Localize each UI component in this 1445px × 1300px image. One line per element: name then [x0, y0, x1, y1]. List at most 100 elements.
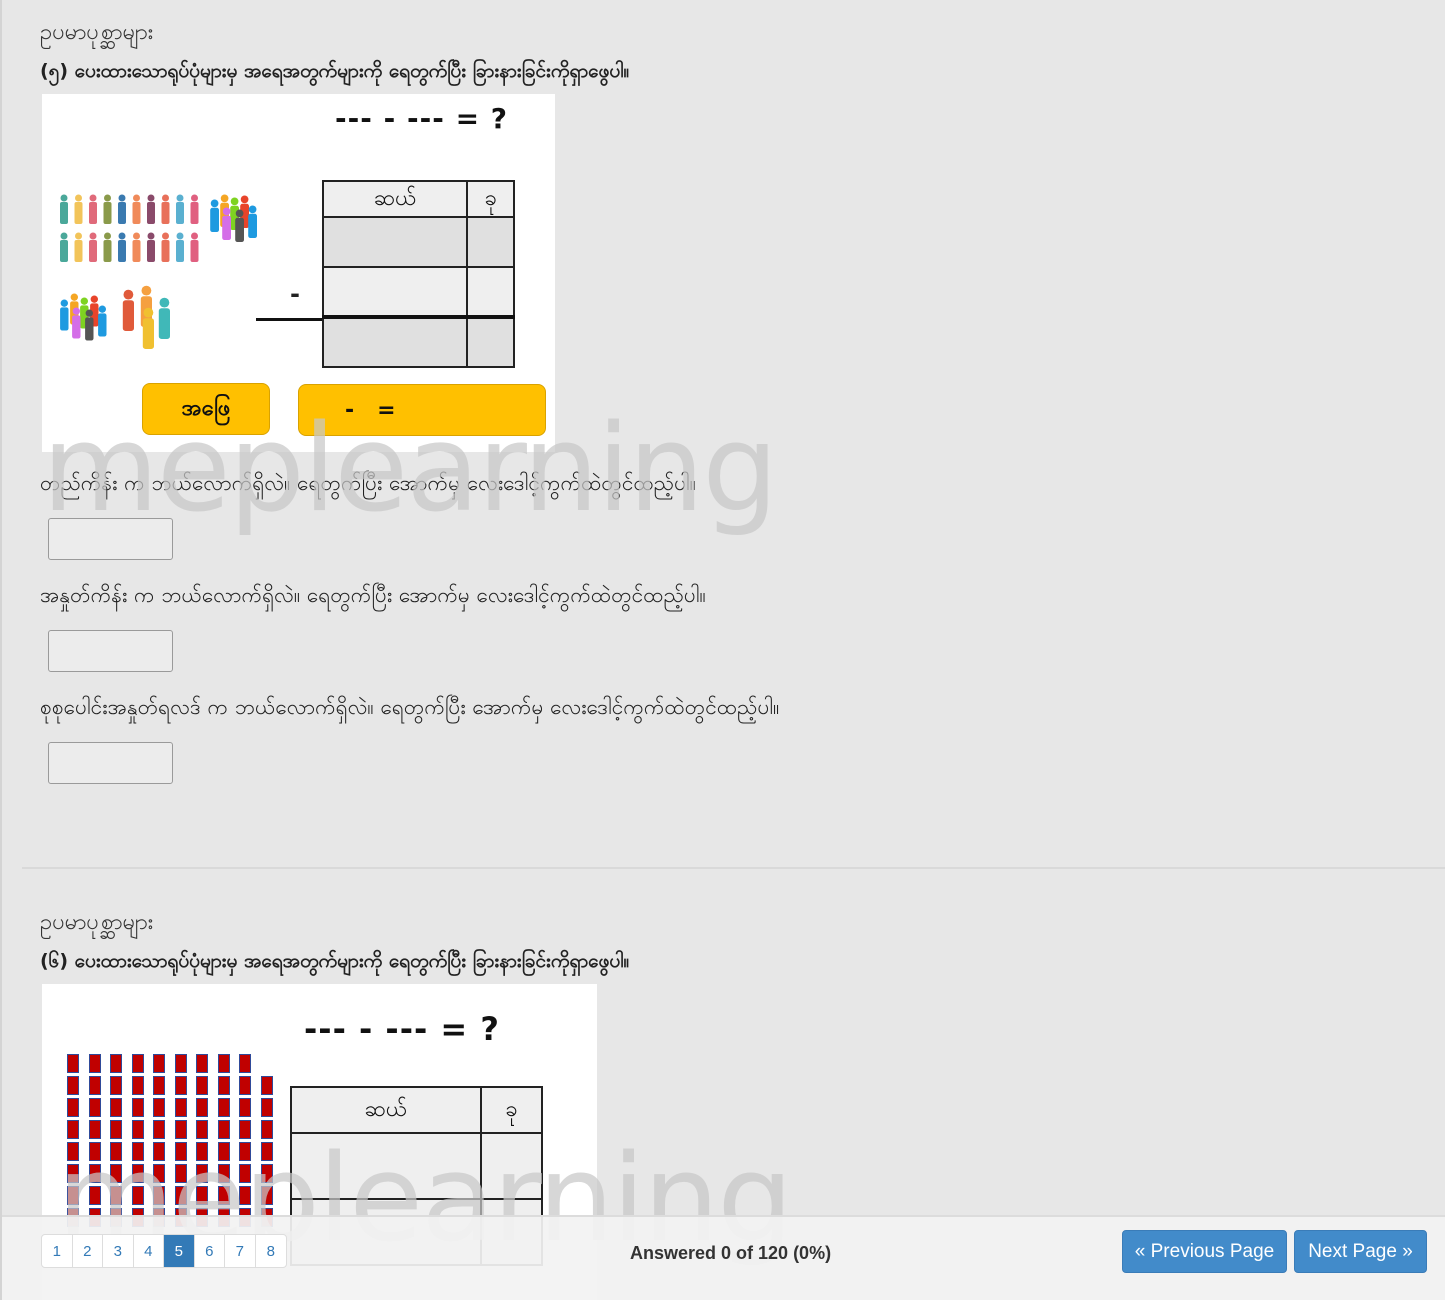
ten-block-unit — [110, 1142, 122, 1161]
person-figure — [103, 194, 112, 224]
question-divider — [22, 867, 1445, 869]
previous-page-button[interactable]: « Previous Page — [1122, 1230, 1287, 1273]
person-figure — [222, 207, 231, 240]
people-group-icon — [60, 194, 257, 349]
cell — [466, 216, 515, 268]
ten-block-unit — [67, 1142, 79, 1161]
answer-label: အဖြေ — [181, 395, 231, 421]
question-instruction: (၆) ပေးထားသောရုပ်ပုံများမှ အရေအတွက်များက… — [40, 950, 630, 972]
page-link-6[interactable]: 6 — [195, 1235, 225, 1267]
person-figure — [248, 205, 257, 238]
person-figure — [176, 232, 184, 262]
next-page-button[interactable]: Next Page » — [1294, 1230, 1427, 1273]
question-figure: --- - --- = ? ဆယ် ခု - အဖြေ - = — [42, 94, 555, 452]
tens-header: ဆယ် — [290, 1086, 482, 1134]
page-link-2[interactable]: 2 — [73, 1235, 103, 1267]
person-figure — [190, 194, 199, 224]
place-value-table: ဆယ် ခု — [321, 180, 515, 368]
ten-block-unit — [131, 1142, 144, 1161]
person-figure — [142, 307, 154, 349]
person-figure — [161, 232, 170, 262]
ten-block-unit — [131, 1164, 144, 1183]
ten-block-unit — [131, 1186, 144, 1205]
ten-block-unit — [174, 1142, 187, 1161]
pagination: 12345678 — [41, 1234, 287, 1268]
ten-block-unit — [174, 1098, 187, 1117]
progress-text: Answered 0 of 120 (0%) — [630, 1243, 832, 1263]
ten-block-unit — [217, 1054, 230, 1073]
ten-block-unit — [67, 1120, 79, 1139]
footer-bar: 12345678 Answered 0 of 120 (0%) « Previo… — [2, 1215, 1445, 1300]
person-figure — [74, 232, 83, 262]
ten-block-unit — [88, 1098, 101, 1117]
answer-expression-box: - = — [298, 384, 546, 436]
tens-header: ဆယ် — [321, 180, 469, 218]
cell — [466, 266, 515, 318]
ten-block-unit — [110, 1120, 122, 1139]
ten-block-unit — [239, 1098, 251, 1117]
ten-block-unit — [239, 1054, 251, 1073]
section-title: ဥပမာပုစ္ဆာများ — [40, 20, 154, 45]
ones-header: ခု — [466, 180, 515, 218]
answer-expression: - = — [345, 397, 396, 423]
question-instruction: (၅) ပေးထားသောရုပ်ပုံများမှ အရေအတွက်များက… — [40, 60, 630, 82]
prompt-subtrahend: အနှုတ်ကိန်း က ဘယ်လောက်ရှိလဲ။ ရေတွက်ပြီး … — [40, 583, 706, 607]
ten-block-unit — [110, 1054, 122, 1073]
sum-line — [256, 318, 322, 321]
page-link-5[interactable]: 5 — [164, 1235, 195, 1267]
person-figure — [161, 194, 170, 224]
ten-block-unit — [153, 1054, 165, 1073]
ten-block-unit — [260, 1186, 273, 1205]
person-figure — [147, 232, 155, 262]
difference-input[interactable] — [48, 742, 173, 784]
ten-block-unit — [153, 1142, 165, 1161]
cell — [479, 1132, 544, 1200]
ten-block-unit — [239, 1186, 251, 1205]
ten-block-unit — [196, 1164, 208, 1183]
page-link-4[interactable]: 4 — [134, 1235, 164, 1267]
ten-block-unit — [196, 1098, 208, 1117]
ten-block-unit — [260, 1098, 273, 1117]
ten-block-unit — [131, 1120, 144, 1139]
person-figure — [118, 232, 126, 262]
answer-label-box: အဖြေ — [142, 383, 270, 435]
person-figure — [132, 232, 141, 262]
ten-block-unit — [196, 1054, 208, 1073]
ten-block-unit — [131, 1054, 144, 1073]
ten-block-unit — [239, 1142, 251, 1161]
page-link-8[interactable]: 8 — [256, 1235, 287, 1267]
cell — [466, 315, 515, 368]
ten-block-unit — [110, 1076, 122, 1095]
minuend-input[interactable] — [48, 518, 173, 560]
ten-block-unit — [153, 1076, 165, 1095]
subtrahend-input[interactable] — [48, 630, 173, 672]
cell — [321, 315, 469, 368]
ten-block-unit — [110, 1186, 122, 1205]
ten-block-unit — [260, 1120, 273, 1139]
prompt-minuend: တည်ကိန်း က ဘယ်လောက်ရှိလဲ။ ရေတွက်ပြီး အော… — [40, 471, 697, 495]
ten-block-unit — [217, 1186, 230, 1205]
ten-block-unit — [88, 1076, 101, 1095]
ten-block-unit — [88, 1164, 101, 1183]
person-figure — [190, 232, 199, 262]
ten-block-unit — [174, 1164, 187, 1183]
ten-block-unit — [217, 1076, 230, 1095]
ten-block-unit — [174, 1054, 187, 1073]
ten-block-unit — [239, 1164, 251, 1183]
ten-block-unit — [217, 1142, 230, 1161]
person-figure — [60, 232, 68, 262]
ten-block-unit — [260, 1076, 273, 1095]
page-link-1[interactable]: 1 — [42, 1235, 73, 1267]
person-figure — [118, 194, 126, 224]
person-figure — [74, 194, 83, 224]
ten-block-unit — [153, 1164, 165, 1183]
person-figure — [98, 305, 107, 337]
ten-block-unit — [196, 1120, 208, 1139]
page-link-7[interactable]: 7 — [225, 1235, 256, 1267]
person-figure — [158, 297, 170, 339]
page-link-3[interactable]: 3 — [103, 1235, 134, 1267]
ten-block-unit — [153, 1186, 165, 1205]
ten-block-unit — [153, 1098, 165, 1117]
ten-block-unit — [239, 1120, 251, 1139]
ten-block-unit — [153, 1120, 165, 1139]
